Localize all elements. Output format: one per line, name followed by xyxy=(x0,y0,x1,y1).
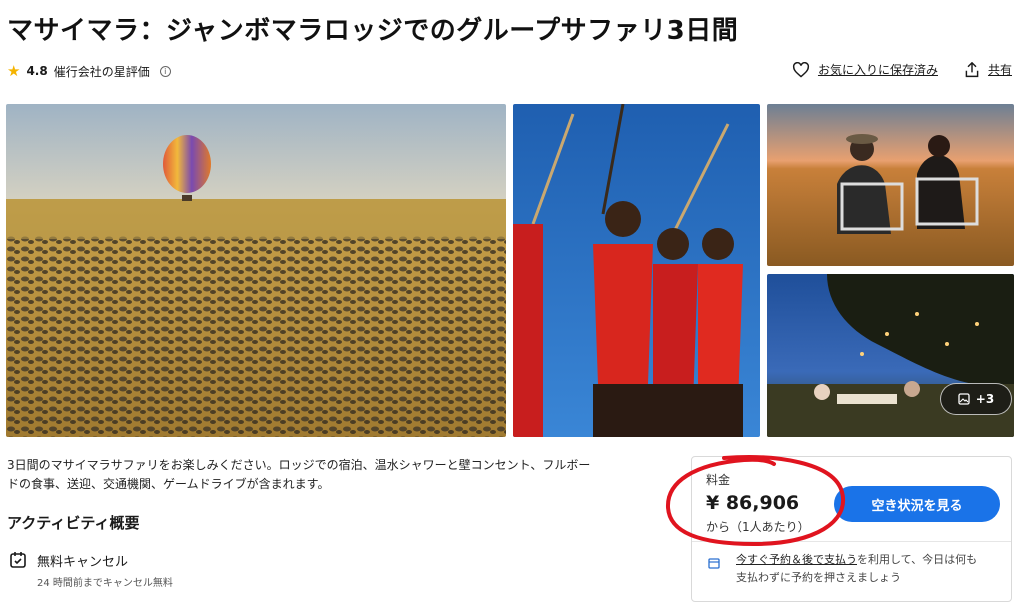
page-title: マサイマラ：ジャンボマラロッジでのグループサファリ3日間 xyxy=(7,16,739,46)
tour-description: 3日間のマサイマラサファリをお楽しみください。ロッジでの宿泊、温水シャワーと壁コ… xyxy=(7,456,677,494)
save-label: お気に入りに保存済み xyxy=(817,63,938,77)
description-line: 3日間のマサイマラサファリをお楽しみください。ロッジでの宿泊、温水シャワーと壁コ… xyxy=(7,458,591,472)
more-photos-count: +3 xyxy=(975,392,995,406)
photo-sunset-chairs[interactable] xyxy=(767,104,1014,266)
calendar-check-icon xyxy=(10,552,26,568)
check-availability-button[interactable]: 空き状況を見る xyxy=(834,486,1000,522)
rating-row: ★ 4.8 催行会社の星評価 i xyxy=(7,62,171,80)
heart-icon xyxy=(792,61,809,78)
calendar-icon xyxy=(708,558,720,569)
price-label: 料金 xyxy=(706,473,731,487)
rating-label: 催行会社の星評価 xyxy=(53,64,150,79)
free-cancellation-item: 無料キャンセル 24 時間前までキャンセル無料 xyxy=(9,551,173,589)
cancel-subtext: 24 時間前までキャンセル無料 xyxy=(37,578,173,589)
cancel-title: 無料キャンセル xyxy=(37,555,129,570)
save-to-wishlist-button[interactable]: お気に入りに保存済み xyxy=(792,61,938,78)
divider xyxy=(692,541,1011,542)
price-card: 料金 ¥ 86,906 から（1人あたり） 空き状況を見る 今すぐ予約＆後で支払… xyxy=(691,456,1012,602)
price-unit: から（1人あたり） xyxy=(706,520,810,534)
reserve-now-pay-later-note: 今すぐ予約＆後で支払うを利用して、今日は何も 支払わずに予約を押さえましょう xyxy=(736,551,1001,587)
description-line: ドの食事、送迎、交通機関、ゲームドライブが含まれます。 xyxy=(7,477,330,491)
share-icon xyxy=(965,61,979,77)
note-text: を利用して、今日は何も xyxy=(857,553,978,566)
info-icon[interactable]: i xyxy=(159,65,171,77)
share-button[interactable]: 共有 xyxy=(964,61,1012,78)
price-value: ¥ 86,906 xyxy=(706,492,800,514)
photo-maasai-warriors[interactable] xyxy=(513,104,760,437)
share-label: 共有 xyxy=(987,63,1012,77)
star-icon: ★ xyxy=(7,62,21,80)
image-icon xyxy=(958,393,970,405)
more-photos-button[interactable]: +3 xyxy=(940,383,1012,415)
note-text: 支払わずに予約を押さえましょう xyxy=(736,571,901,584)
photo-balloon-migration[interactable] xyxy=(6,104,506,437)
header-actions: お気に入りに保存済み 共有 xyxy=(792,61,1012,78)
reserve-now-pay-later-link[interactable]: 今すぐ予約＆後で支払う xyxy=(736,553,857,566)
rating-value: 4.8 xyxy=(26,64,48,78)
activity-overview-heading: アクティビティ概要 xyxy=(7,514,140,532)
